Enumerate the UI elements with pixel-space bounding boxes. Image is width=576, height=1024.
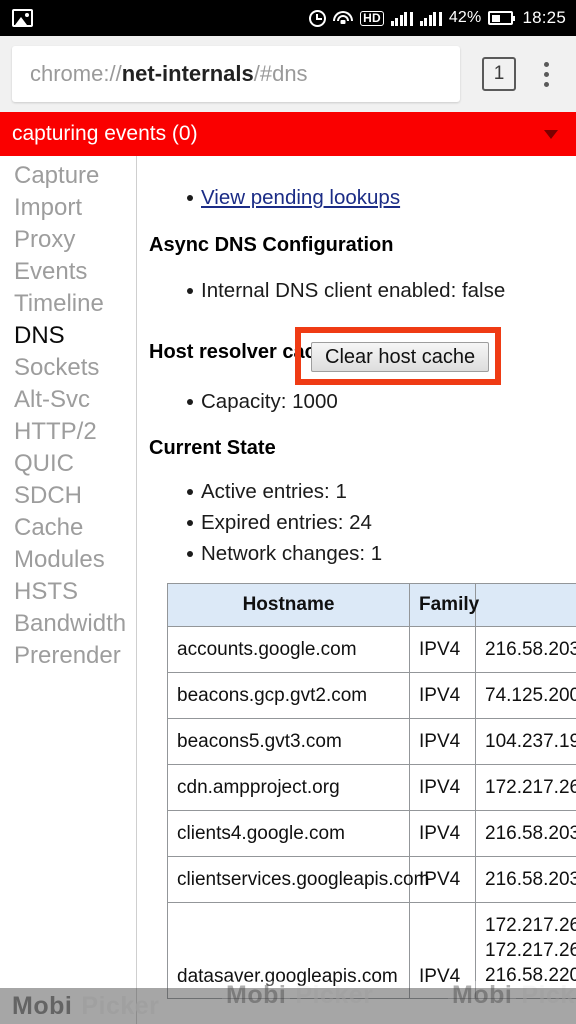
url-suffix: /#dns [253,61,308,86]
list-item: Internal DNS client enabled: false [149,275,576,306]
dns-content-pane: View pending lookups Async DNS Configura… [137,156,576,1024]
sidebar-item-cache[interactable]: Cache [0,512,136,544]
view-pending-lookups-link[interactable]: View pending lookups [201,186,400,209]
clear-host-cache-button[interactable]: Clear host cache [311,342,490,372]
sidebar-item-sdch[interactable]: SDCH [0,480,136,512]
table-row: accounts.google.com IPV4 216.58.203.20 [167,626,576,673]
cell-address: 216.58.203.20 [475,810,576,857]
battery-percent: 42% [448,9,482,26]
url-host: net-internals [121,61,254,86]
column-header-hostname[interactable]: Hostname [167,583,410,627]
watermark-logo: MobiPicker [448,981,576,1010]
status-bar-left [12,9,309,27]
sidebar-item-quic[interactable]: QUIC [0,448,136,480]
url-bar[interactable]: chrome://net-internals/#dns [12,46,460,102]
cell-address: 74.125.200.94 [475,672,576,719]
async-dns-heading: Async DNS Configuration [149,234,394,256]
list-item: View pending lookups [149,182,576,213]
sidebar-item-prerender[interactable]: Prerender [0,640,136,672]
kebab-menu-icon[interactable] [532,57,560,91]
sidebar-item-import[interactable]: Import [0,192,136,224]
sidebar-item-http2[interactable]: HTTP/2 [0,416,136,448]
list-item: Network changes: 1 [149,538,576,569]
current-state-list: Active entries: 1 Expired entries: 24 Ne… [149,476,576,569]
sidebar-item-sockets[interactable]: Sockets [0,352,136,384]
cell-address: 216.58.203.19 [475,856,576,903]
async-dns-list: Internal DNS client enabled: false [149,275,576,306]
table-row: clients4.google.com IPV4 216.58.203.20 [167,810,576,857]
sidebar-item-alt-svc[interactable]: Alt-Svc [0,384,136,416]
capture-status-bar[interactable]: capturing events (0) [0,112,576,156]
cell-address: 216.58.203.20 [475,626,576,673]
list-item: Active entries: 1 [149,476,576,507]
table-row: beacons.gcp.gvt2.com IPV4 74.125.200.94 [167,672,576,719]
cell-family: IPV4 [409,626,476,673]
capture-status-label: capturing events (0) [12,122,198,145]
table-header-row: Hostname Family Address [167,583,576,627]
table-row: beacons5.gvt3.com IPV4 104.237.191.1 [167,718,576,765]
column-header-address[interactable]: Address [475,583,576,627]
watermark-prefix: Mobi [222,981,291,1010]
alarm-icon [309,9,327,27]
wifi-icon [333,10,354,26]
current-state-heading: Current State [149,437,276,459]
watermark-logo: MobiPicker [222,981,373,1010]
photo-icon [12,9,33,27]
watermark-prefix: Mobi [448,981,517,1010]
watermark-suffix: Picker [295,981,374,1009]
watermark-logo: MobiPicker [8,992,159,1021]
battery-icon [488,11,516,25]
cell-hostname: beacons5.gvt3.com [167,718,410,765]
signal-icon-2 [419,11,442,26]
sidebar-item-proxy[interactable]: Proxy [0,224,136,256]
cell-hostname: beacons.gcp.gvt2.com [167,672,410,719]
browser-toolbar: chrome://net-internals/#dns 1 [0,36,576,112]
cell-address: 104.237.191.1 [475,718,576,765]
sidebar-item-timeline[interactable]: Timeline [0,288,136,320]
cell-family: IPV4 [409,764,476,811]
sidebar-item-capture[interactable]: Capture [0,160,136,192]
pending-lookups-list: View pending lookups [149,182,576,213]
hd-icon: HD [360,10,384,26]
watermark-suffix: Picker [521,981,576,1009]
cell-family: IPV4 [409,810,476,857]
dns-content-inner: View pending lookups Async DNS Configura… [149,182,576,999]
capacity-list: Capacity: 1000 [149,386,576,417]
host-cache-table: Hostname Family Address accounts.google.… [167,583,576,999]
list-item: Capacity: 1000 [149,386,576,417]
column-header-family[interactable]: Family [409,583,479,627]
net-internals-page: Capture Import Proxy Events Timeline DNS… [0,156,576,1024]
cell-hostname: clientservices.googleapis.com [167,856,429,903]
cell-hostname: clients4.google.com [167,810,410,857]
url-prefix: chrome:// [30,61,122,86]
cell-hostname: cdn.ampproject.org [167,764,410,811]
status-bar-right: HD 42% 18:25 [309,8,566,28]
sidebar-item-bandwidth[interactable]: Bandwidth [0,608,136,640]
sidebar-item-dns[interactable]: DNS [0,320,136,352]
cell-family: IPV4 [409,856,476,903]
table-row: clientservices.googleapis.com IPV4 216.5… [167,856,576,903]
watermark-prefix: Mobi [8,992,77,1021]
signal-icon-1 [390,11,413,26]
cell-family: IPV4 [409,672,476,719]
host-resolver-cache-row: Host resolver cache Clear host cache [149,327,576,385]
table-row: cdn.ampproject.org IPV4 172.217.26.19 [167,764,576,811]
caret-down-icon[interactable] [544,129,558,139]
sidebar-item-modules[interactable]: Modules [0,544,136,576]
status-bar-clock: 18:25 [522,8,566,27]
android-status-bar: HD 42% 18:25 [0,0,576,36]
sidebar-nav: Capture Import Proxy Events Timeline DNS… [0,156,137,1024]
tab-counter-button[interactable]: 1 [482,57,516,91]
cell-family: IPV4 [409,718,476,765]
sidebar-item-events[interactable]: Events [0,256,136,288]
cell-hostname: accounts.google.com [167,626,410,673]
watermark-suffix: Picker [81,992,160,1020]
list-item: Expired entries: 24 [149,507,576,538]
cell-address: 172.217.26.19 [475,764,576,811]
sidebar-item-hsts[interactable]: HSTS [0,576,136,608]
